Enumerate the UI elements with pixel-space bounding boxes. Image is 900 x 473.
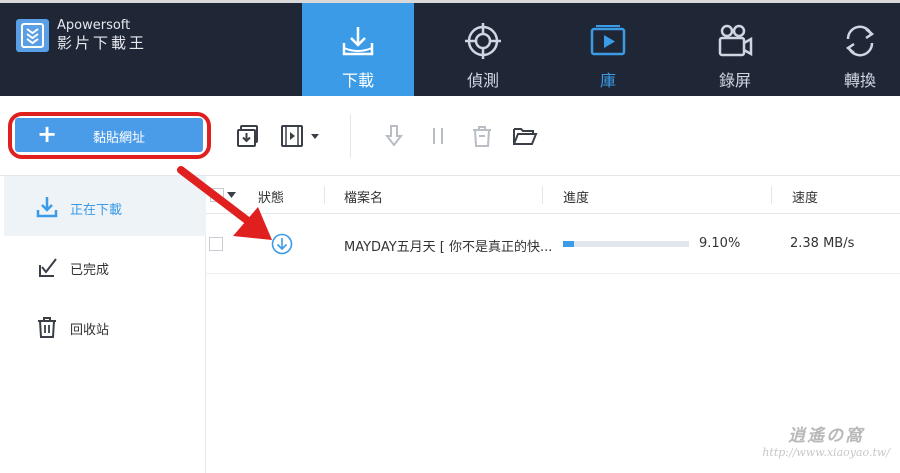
annotation-arrow-icon xyxy=(177,166,272,240)
watermark-logo: 逍遙の窩 http://www.xiaoyao.tw/ xyxy=(762,426,890,459)
